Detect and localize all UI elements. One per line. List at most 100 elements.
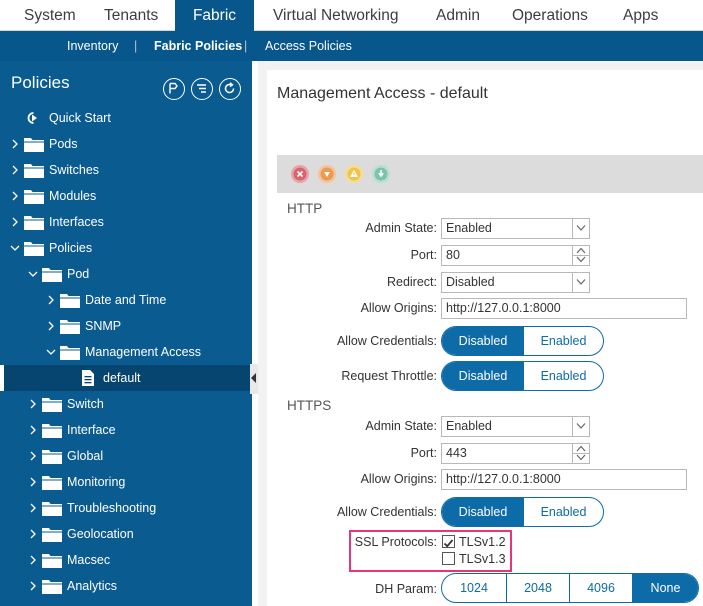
chevron-down-icon[interactable] xyxy=(572,273,589,292)
tab-admin[interactable]: Admin xyxy=(436,0,480,31)
tab-virtual-networking[interactable]: Virtual Networking xyxy=(273,0,399,31)
chevron-right-icon[interactable] xyxy=(28,477,38,487)
http-allow-origins-input[interactable]: http://127.0.0.1:8000 xyxy=(441,298,687,319)
tree-item-snmp[interactable]: SNMP xyxy=(0,313,252,339)
tree-item-modules[interactable]: Modules xyxy=(0,183,252,209)
tree-item-switch[interactable]: Switch xyxy=(0,391,252,417)
tab-tenants[interactable]: Tenants xyxy=(104,0,158,31)
dh-param-none[interactable]: None xyxy=(633,574,698,602)
chevron-down-icon[interactable] xyxy=(46,347,56,357)
tree-item-default[interactable]: default xyxy=(0,365,252,391)
chevron-right-icon[interactable] xyxy=(46,321,56,331)
tree-item-management-access[interactable]: Management Access xyxy=(0,339,252,365)
tree-item-geolocation[interactable]: Geolocation xyxy=(0,521,252,547)
folder-icon xyxy=(24,242,44,256)
tree-item-troubleshooting[interactable]: Troubleshooting xyxy=(0,495,252,521)
tree-item-global[interactable]: Global xyxy=(0,443,252,469)
delete-icon[interactable] xyxy=(291,165,309,183)
chevron-down-icon[interactable] xyxy=(10,243,20,253)
http-redirect-select[interactable]: Disabled xyxy=(441,272,590,293)
https-port-stepper[interactable]: 443 xyxy=(441,443,590,464)
tree-item-analytics[interactable]: Analytics xyxy=(0,573,252,599)
subnav-separator: | xyxy=(134,39,138,53)
chevron-right-icon[interactable] xyxy=(46,295,56,305)
chevron-right-icon[interactable] xyxy=(28,451,38,461)
dh-param-2048[interactable]: 2048 xyxy=(507,574,570,602)
chevron-right-icon[interactable] xyxy=(28,425,38,435)
tree-item-label: Pods xyxy=(49,137,78,151)
chevron-right-icon[interactable] xyxy=(28,581,38,591)
tree-item-date-and-time[interactable]: Date and Time xyxy=(0,287,252,313)
tree-item-macsec[interactable]: Macsec xyxy=(0,547,252,573)
chevron-down-icon[interactable] xyxy=(572,417,589,436)
http-allow-credentials-enabled[interactable]: Enabled xyxy=(524,327,603,355)
folder-icon xyxy=(24,164,44,178)
tree-item-pods[interactable]: Pods xyxy=(0,131,252,157)
chevron-right-icon[interactable] xyxy=(10,191,20,201)
folder-icon xyxy=(60,346,80,360)
chevron-right-icon[interactable] xyxy=(28,399,38,409)
dh-param-1024[interactable]: 1024 xyxy=(442,574,507,602)
tree-item-quick-start[interactable]: Quick Start xyxy=(0,105,252,131)
http-allow-credentials-toggle[interactable]: Disabled Enabled xyxy=(441,326,604,356)
tab-fabric[interactable]: Fabric xyxy=(175,0,254,31)
http-allow-credentials-disabled[interactable]: Disabled xyxy=(442,327,524,355)
sidebar-list-button[interactable] xyxy=(191,78,213,100)
folder-icon xyxy=(24,190,44,204)
tag-icon xyxy=(169,82,178,94)
info-icon[interactable] xyxy=(372,165,390,183)
dislike-icon[interactable] xyxy=(318,165,336,183)
subnav-separator: | xyxy=(244,39,248,53)
http-request-throttle-disabled[interactable]: Disabled xyxy=(442,362,524,390)
https-allow-credentials-toggle[interactable]: Disabled Enabled xyxy=(441,497,604,527)
chevron-right-icon[interactable] xyxy=(28,503,38,513)
sub-navigation: Inventory | Fabric Policies | Access Pol… xyxy=(0,31,703,61)
warning-icon[interactable] xyxy=(345,165,363,183)
tree-item-interfaces[interactable]: Interfaces xyxy=(0,209,252,235)
http-admin-state-select[interactable]: Enabled xyxy=(441,218,590,239)
https-allow-origins-input[interactable]: http://127.0.0.1:8000 xyxy=(441,469,687,490)
tab-system[interactable]: System xyxy=(24,0,76,31)
checkmark-icon xyxy=(443,539,454,548)
http-request-throttle-toggle[interactable]: Disabled Enabled xyxy=(441,361,604,391)
chevron-right-icon[interactable] xyxy=(28,555,38,565)
sidebar-refresh-button[interactable] xyxy=(219,78,241,100)
subnav-inventory[interactable]: Inventory xyxy=(67,31,118,61)
folder-icon xyxy=(24,138,44,152)
tree-item-label: Modules xyxy=(49,189,97,203)
subnav-fabric-policies[interactable]: Fabric Policies xyxy=(154,31,242,61)
tls12-checkbox[interactable] xyxy=(442,535,455,548)
dh-param-segmented[interactable]: 1024 2048 4096 None xyxy=(441,573,699,603)
https-allow-credentials-label: Allow Credentials: xyxy=(336,505,437,519)
tab-apps[interactable]: Apps xyxy=(623,0,658,31)
tree-item-interface[interactable]: Interface xyxy=(0,417,252,443)
chevron-right-icon[interactable] xyxy=(10,217,20,227)
dh-param-4096[interactable]: 4096 xyxy=(570,574,633,602)
folder-icon xyxy=(42,502,62,516)
tree-item-pod[interactable]: Pod xyxy=(0,261,252,287)
tab-operations[interactable]: Operations xyxy=(512,0,588,31)
http-redirect-value: Disabled xyxy=(446,275,495,289)
spin-down-icon[interactable] xyxy=(572,453,589,463)
https-admin-state-select[interactable]: Enabled xyxy=(441,416,590,437)
tree-item-label: Geolocation xyxy=(67,527,134,541)
http-port-label: Port: xyxy=(410,248,437,262)
http-request-throttle-enabled[interactable]: Enabled xyxy=(524,362,603,390)
chevron-right-icon[interactable] xyxy=(10,139,20,149)
tree-item-label: Analytics xyxy=(67,579,118,593)
https-allow-credentials-enabled[interactable]: Enabled xyxy=(524,498,603,526)
tree-item-switches[interactable]: Switches xyxy=(0,157,252,183)
chevron-right-icon[interactable] xyxy=(10,165,20,175)
tls13-checkbox[interactable] xyxy=(442,552,455,565)
tree-item-policies[interactable]: Policies xyxy=(0,235,252,261)
chevron-down-icon[interactable] xyxy=(572,219,589,238)
tree-item-monitoring[interactable]: Monitoring xyxy=(0,469,252,495)
https-allow-credentials-disabled[interactable]: Disabled xyxy=(442,498,524,526)
subnav-access-policies[interactable]: Access Policies xyxy=(265,31,352,61)
spin-down-icon[interactable] xyxy=(572,255,589,265)
sidebar-tag-button[interactable] xyxy=(163,78,185,100)
folder-icon xyxy=(60,320,80,334)
chevron-right-icon[interactable] xyxy=(28,529,38,539)
http-port-stepper[interactable]: 80 xyxy=(441,245,590,266)
chevron-down-icon[interactable] xyxy=(28,269,38,279)
